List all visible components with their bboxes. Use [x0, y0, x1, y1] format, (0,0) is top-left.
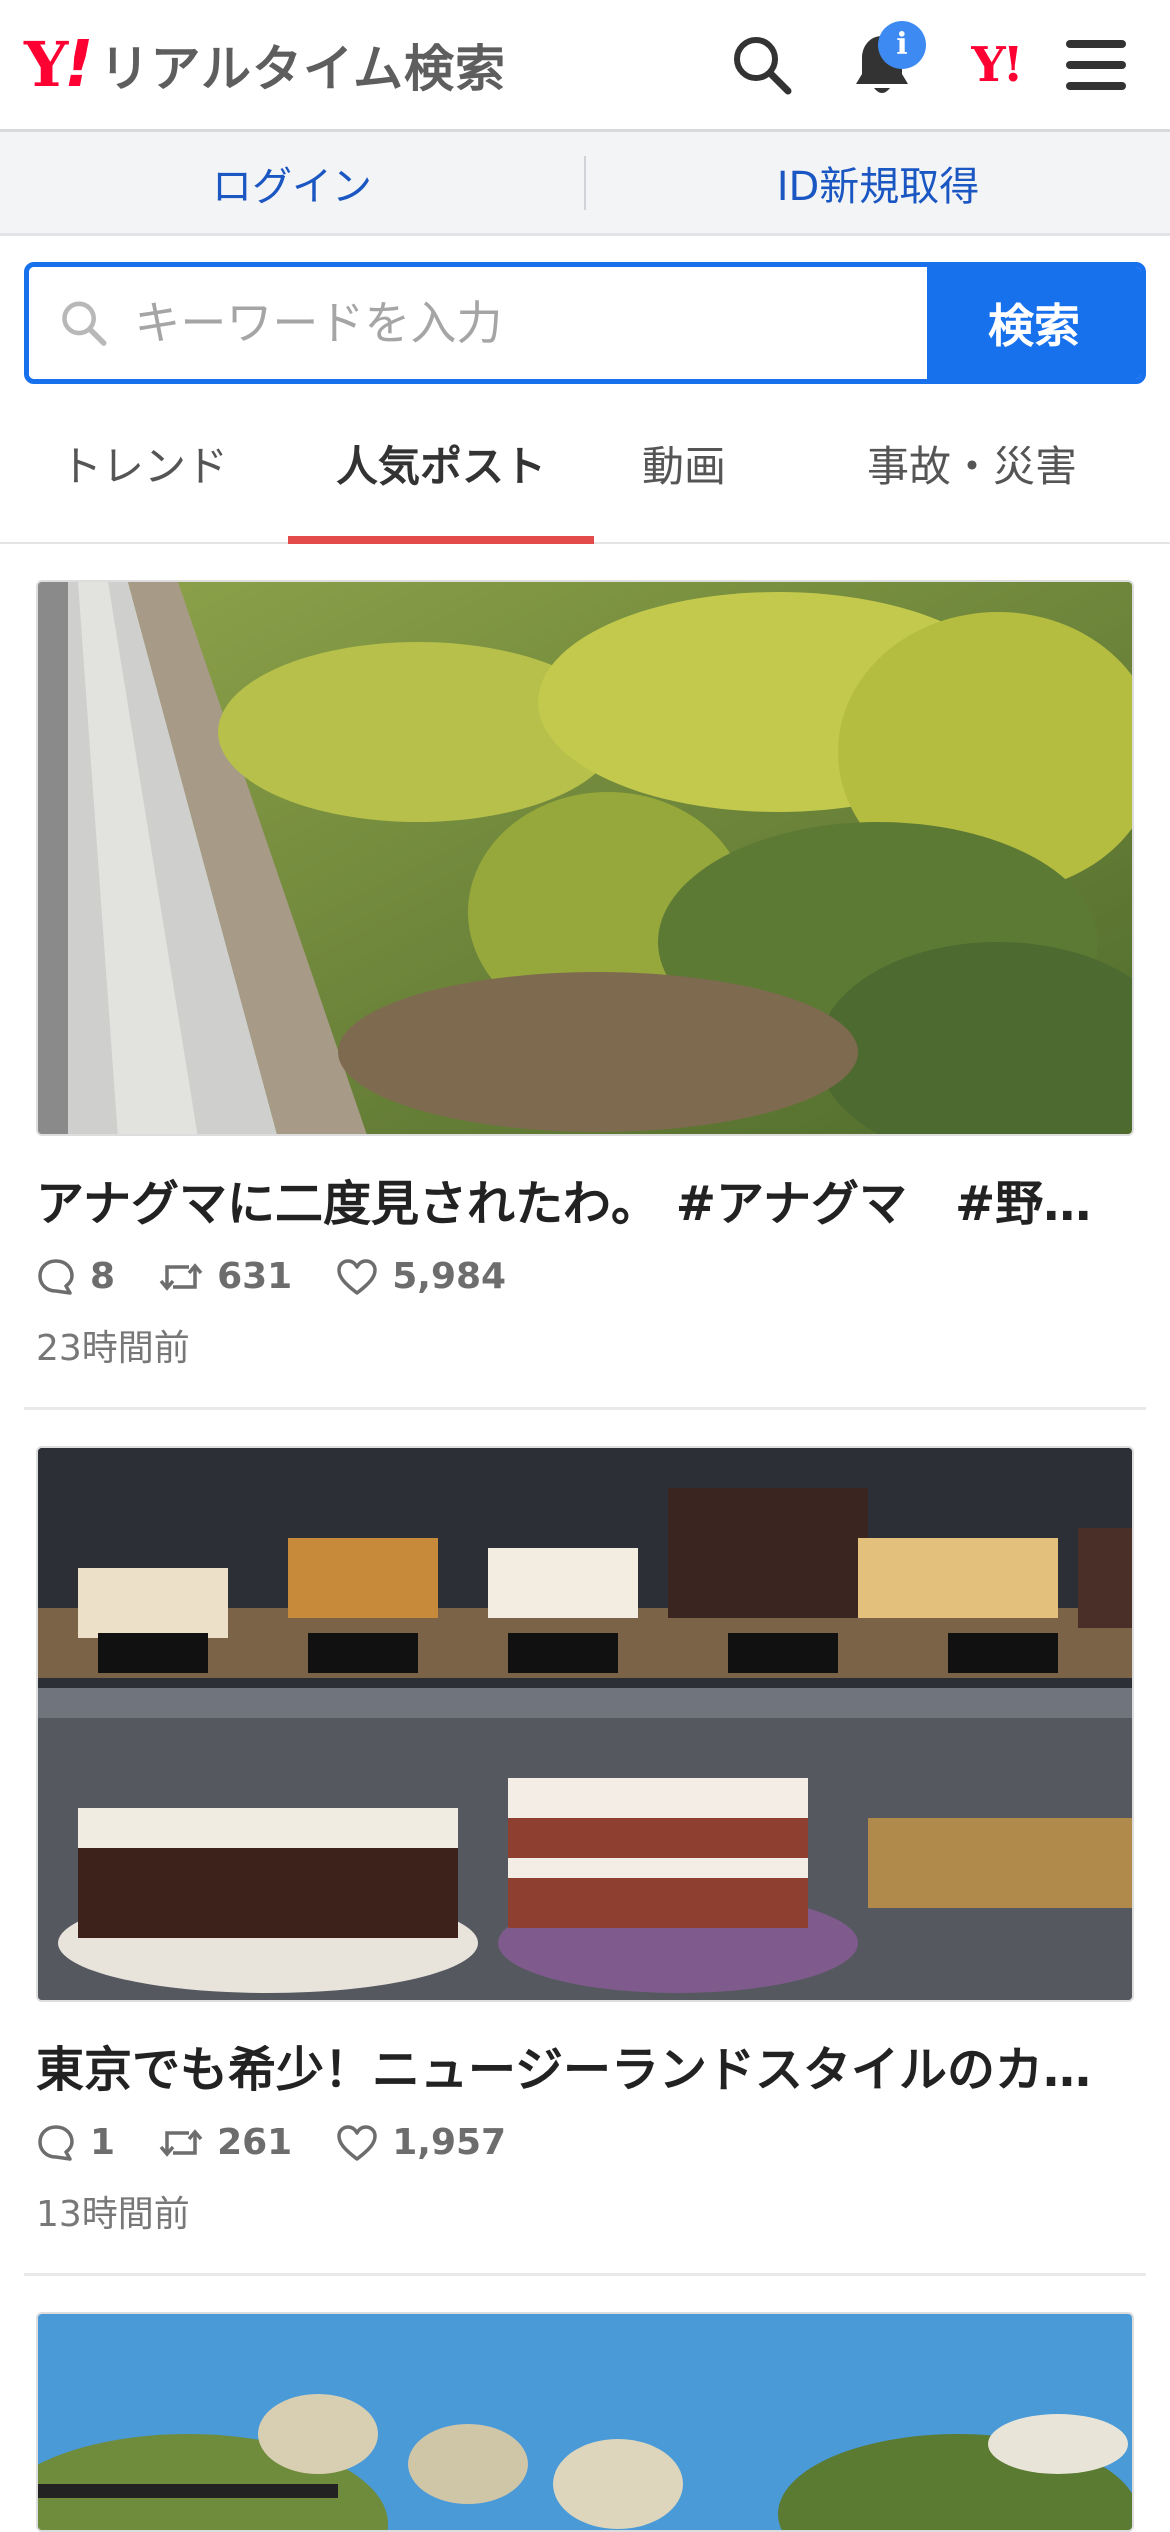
header-icons: i Y! — [712, 15, 1146, 115]
reply-count-value: 1 — [90, 2122, 116, 2163]
reply-count[interactable]: 8 — [36, 1256, 115, 1297]
search-field-icon — [62, 301, 107, 346]
bell-icon[interactable]: i — [832, 15, 932, 115]
search-field[interactable] — [29, 267, 927, 379]
register-link[interactable]: ID新規取得 — [586, 154, 1170, 212]
heart-icon — [337, 2124, 377, 2161]
post-time: 23時間前 — [36, 1328, 190, 1369]
login-bar: ログイン ID新規取得 — [0, 132, 1170, 236]
tab-trend[interactable]: トレンド — [0, 384, 288, 542]
post-card[interactable]: アナグマに二度見されたわ。 #アナグマ #野生動物 8 631 5,984 23… — [24, 580, 1146, 1410]
post-image[interactable] — [36, 580, 1134, 1136]
reply-count[interactable]: 1 — [36, 2122, 115, 2163]
post-feed: アナグマに二度見されたわ。 #アナグマ #野生動物 8 631 5,984 23… — [0, 544, 1170, 2532]
repost-count[interactable]: 261 — [159, 2122, 292, 2163]
post-image[interactable] — [36, 1446, 1134, 2002]
like-count-value: 1,957 — [392, 2122, 507, 2163]
post-time: 13時間前 — [36, 2194, 190, 2235]
search-bar: 検索 — [24, 262, 1146, 384]
post-card[interactable] — [24, 2312, 1146, 2532]
post-stats: 1 261 1,957 — [36, 2122, 1134, 2163]
like-count[interactable]: 5,984 — [336, 1256, 506, 1297]
search-icon[interactable] — [712, 15, 812, 115]
repost-count-value: 261 — [217, 2122, 293, 2163]
app-header: Y! リアルタイム検索 i Y! — [0, 0, 1170, 132]
post-card[interactable]: 東京でも希少！ニュージーランドスタイルのカフェ 1 261 1,957 13時間… — [24, 1446, 1146, 2276]
like-count-value: 5,984 — [392, 1256, 507, 1297]
yahoo-logo: Y — [24, 27, 68, 101]
repost-icon — [159, 2128, 203, 2157]
yahoo-logo-exclamation: ! — [64, 27, 94, 102]
like-count[interactable]: 1,957 — [336, 2122, 506, 2163]
menu-icon[interactable] — [1046, 15, 1146, 115]
yahoo-account-icon[interactable]: Y! — [946, 15, 1046, 115]
post-title[interactable]: 東京でも希少！ニュージーランドスタイルのカフェ — [36, 2030, 1134, 2100]
login-link[interactable]: ログイン — [0, 154, 584, 212]
search-input[interactable] — [134, 296, 927, 350]
yahoo-mini-logo: Y! — [971, 36, 1023, 93]
tab-videos[interactable]: 動画 — [594, 384, 774, 542]
post-stats: 8 631 5,984 — [36, 1256, 1134, 1297]
repost-count[interactable]: 631 — [159, 1256, 292, 1297]
reply-count-value: 8 — [90, 1256, 116, 1297]
repost-icon — [159, 1262, 203, 1291]
search-button[interactable]: 検索 — [927, 267, 1141, 379]
reply-icon — [38, 1258, 74, 1295]
brand-logo[interactable]: Y! リアルタイム検索 — [24, 29, 506, 101]
notification-badge: i — [878, 20, 926, 69]
repost-count-value: 631 — [217, 1256, 293, 1297]
post-title[interactable]: アナグマに二度見されたわ。 #アナグマ #野生動物 — [36, 1164, 1134, 1234]
heart-icon — [337, 1258, 377, 1295]
reply-icon — [38, 2124, 74, 2161]
service-name: リアルタイム検索 — [99, 39, 506, 98]
post-image[interactable] — [36, 2312, 1134, 2532]
tab-accidents-disasters[interactable]: 事故・災害 — [774, 384, 1170, 542]
tab-popular-posts[interactable]: 人気ポスト — [288, 384, 594, 544]
tab-bar: トレンド 人気ポスト 動画 事故・災害 — [0, 384, 1170, 544]
